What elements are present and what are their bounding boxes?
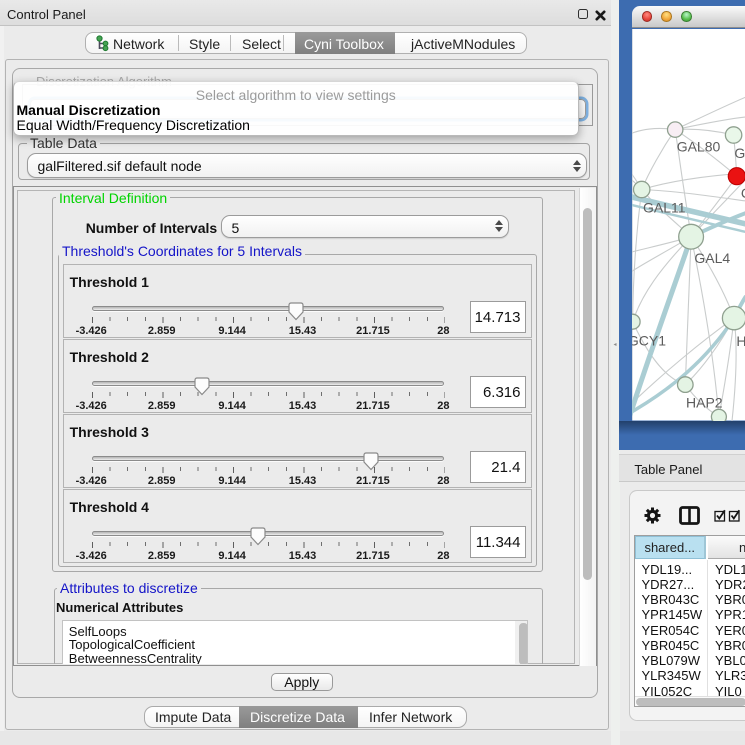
svg-text:HAP2: HAP2: [686, 395, 723, 411]
svg-text:C: C: [740, 185, 745, 201]
svg-text:GAL80: GAL80: [676, 139, 720, 155]
svg-text:H: H: [736, 333, 745, 349]
svg-text:GAL4: GAL4: [694, 250, 730, 266]
svg-text:GAL11: GAL11: [643, 200, 686, 216]
svg-text:GA: GA: [734, 145, 745, 161]
svg-text:GCY1: GCY1: [632, 333, 666, 349]
